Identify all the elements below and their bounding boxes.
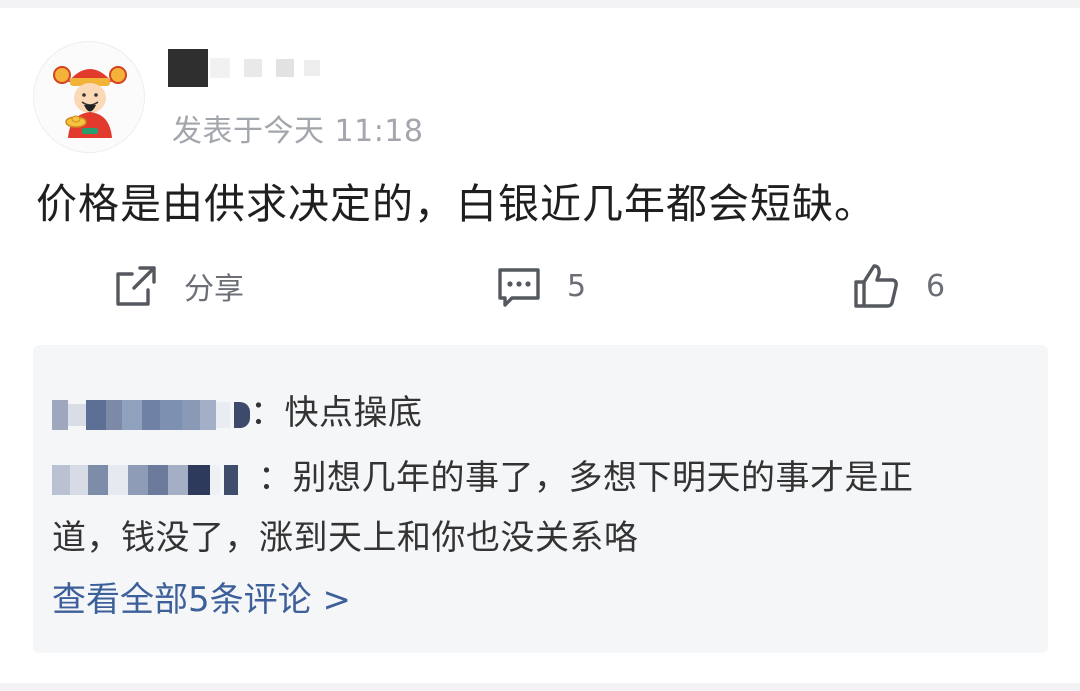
- comment-item: ：别想几年的事了，多想下明天的事才是正: [52, 450, 914, 499]
- commenter-name-blurred[interactable]: [52, 464, 258, 495]
- action-bar: 分享 5 6: [0, 252, 1080, 320]
- bottom-divider: [0, 683, 1080, 691]
- username-blurred[interactable]: [168, 46, 320, 90]
- comment-count: 5: [567, 268, 587, 304]
- post-timestamp: 发表于今天 11:18: [172, 114, 424, 149]
- comment-text-continued: 道，钱没了，涨到天上和你也没关系咯: [52, 518, 639, 558]
- thumbs-up-icon: [854, 264, 898, 308]
- like-button[interactable]: 6: [850, 252, 945, 320]
- avatar[interactable]: [33, 41, 145, 153]
- share-button[interactable]: 分享: [112, 252, 244, 320]
- comment-icon: [498, 268, 540, 307]
- comment-item: ：快点操底: [52, 385, 423, 434]
- caishen-avatar-icon: [53, 66, 127, 138]
- top-divider: [0, 0, 1080, 8]
- share-icon: [116, 266, 156, 306]
- commenter-name-blurred[interactable]: [52, 399, 250, 430]
- comment-text: ：快点操底: [250, 393, 423, 433]
- view-all-comments-link[interactable]: 查看全部5条评论 >: [52, 572, 351, 621]
- share-label: 分享: [184, 272, 244, 307]
- comment-button[interactable]: 5: [495, 252, 586, 320]
- like-count: 6: [926, 268, 946, 304]
- comment-text: ：别想几年的事了，多想下明天的事才是正: [258, 458, 914, 498]
- post-content: 价格是由供求决定的，白银近几年都会短缺。: [36, 180, 876, 228]
